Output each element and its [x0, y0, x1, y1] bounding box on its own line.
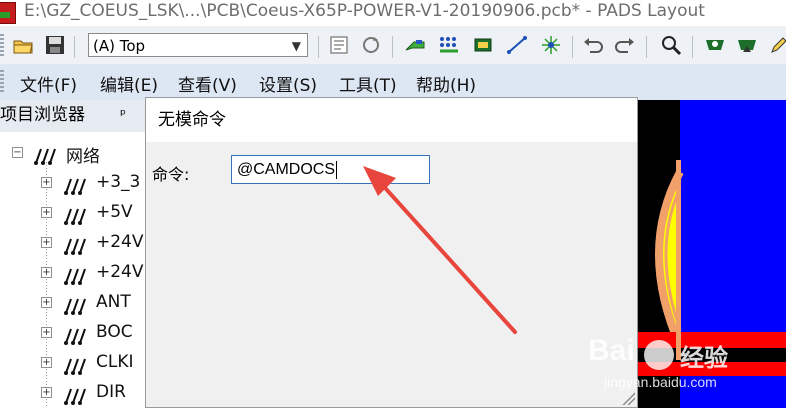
toolbar-separator: [392, 36, 393, 58]
properties-icon[interactable]: [328, 34, 350, 56]
expand-icon[interactable]: +: [41, 267, 52, 278]
menu-file[interactable]: 文件(F): [20, 71, 77, 96]
command-input[interactable]: @CAMDOCS: [231, 155, 430, 184]
pin-icon[interactable]: ᵖ: [120, 100, 126, 130]
net-icon: [34, 148, 56, 165]
toolbar-separator: [572, 36, 573, 58]
refresh-icon[interactable]: [360, 34, 382, 56]
net-icon: [64, 298, 86, 315]
tree-item-nets[interactable]: − 网络: [0, 140, 146, 168]
menu-grip[interactable]: [0, 70, 4, 94]
component-icon[interactable]: [472, 34, 494, 56]
menu-edit[interactable]: 编辑(E): [100, 71, 158, 96]
tree-item-label: 网络: [66, 147, 100, 167]
tree-item-label: +5V: [96, 202, 133, 222]
chevron-down-icon[interactable]: ▼: [292, 34, 301, 58]
matrix-icon[interactable]: [438, 34, 460, 56]
redo-icon[interactable]: [614, 34, 636, 56]
expand-icon[interactable]: +: [41, 327, 52, 338]
collapse-icon[interactable]: −: [12, 147, 23, 158]
net-icon: [64, 268, 86, 285]
net-icon: [64, 328, 86, 345]
toolbar-grip[interactable]: [0, 34, 4, 58]
expand-icon[interactable]: +: [41, 177, 52, 188]
project-browser-header: 项目浏览器 ᵖ: [0, 100, 146, 132]
menu-bar: 文件(F) 编辑(E) 查看(V) 设置(S) 工具(T) 帮助(H): [0, 64, 786, 100]
toolbar-separator: [646, 36, 647, 58]
command-input-value: @CAMDOCS: [237, 161, 336, 178]
tree-item-label: +3_3: [96, 172, 141, 192]
toolbar-separator: [74, 36, 75, 58]
tree-item-label: ANT: [96, 292, 131, 312]
tree-item-net[interactable]: + +5V: [0, 200, 146, 228]
tree-item-net[interactable]: + +24V: [0, 260, 146, 288]
resize-grip[interactable]: [621, 391, 635, 405]
menu-view[interactable]: 查看(V): [178, 71, 237, 96]
net-icon: [64, 178, 86, 195]
toolbar-separator: [692, 36, 693, 58]
tree-item-net[interactable]: + BOC: [0, 320, 146, 348]
tree-item-label: CLKI: [96, 352, 134, 372]
menu-setup[interactable]: 设置(S): [259, 71, 317, 96]
dialog-title: 无模命令: [146, 98, 637, 142]
eye-icon[interactable]: [736, 34, 758, 56]
tree-item-label: +24V: [96, 262, 144, 282]
tree-item-net[interactable]: + CLKI: [0, 350, 146, 378]
menu-help[interactable]: 帮助(H): [416, 71, 476, 96]
undo-icon[interactable]: [582, 34, 604, 56]
starburst-icon[interactable]: [540, 34, 562, 56]
route-icon[interactable]: [404, 34, 426, 56]
diagonal-line-icon[interactable]: [506, 34, 528, 56]
zoom-icon[interactable]: [660, 34, 682, 56]
save-icon[interactable]: [44, 34, 66, 56]
expand-icon[interactable]: +: [41, 357, 52, 368]
edit-icon[interactable]: [768, 34, 786, 56]
expand-icon[interactable]: +: [41, 237, 52, 248]
tree-item-net[interactable]: + ANT: [0, 290, 146, 318]
window-title: E:\GZ_COEUS_LSK\...\PCB\Coeus-X65P-POWER…: [24, 1, 705, 21]
net-icon: [64, 238, 86, 255]
view-icon[interactable]: [704, 34, 726, 56]
open-folder-icon[interactable]: [12, 34, 34, 56]
tree-item-label: DIR: [96, 382, 126, 402]
title-bar: E:\GZ_COEUS_LSK\...\PCB\Coeus-X65P-POWER…: [0, 0, 786, 26]
expand-icon[interactable]: +: [41, 387, 52, 398]
net-icon: [64, 208, 86, 225]
pcb-canvas[interactable]: [638, 100, 786, 408]
layer-select[interactable]: (A) Top ▼: [88, 33, 308, 57]
command-label: 命令:: [152, 165, 190, 184]
tree-item-net[interactable]: + +24V: [0, 230, 146, 258]
tree-item-net[interactable]: + DIR: [0, 380, 146, 408]
project-browser-title: 项目浏览器: [0, 105, 85, 125]
tree-item-label: +24V: [96, 232, 144, 252]
text-caret: [336, 160, 338, 179]
project-tree: − 网络 + +3_3 + +5V + +24V + +24V + ANT + …: [0, 132, 146, 408]
modeless-command-dialog: 无模命令 命令: @CAMDOCS: [145, 97, 638, 408]
net-icon: [64, 388, 86, 405]
layer-select-value: (A) Top: [93, 37, 146, 55]
expand-icon[interactable]: +: [41, 207, 52, 218]
toolbar-separator: [318, 36, 319, 58]
menu-tools[interactable]: 工具(T): [339, 71, 397, 96]
pcb-artwork: [638, 100, 786, 408]
tree-item-label: BOC: [96, 322, 133, 342]
net-icon: [64, 358, 86, 375]
expand-icon[interactable]: +: [41, 297, 52, 308]
tree-item-net[interactable]: + +3_3: [0, 170, 146, 198]
pads-app-icon: [0, 2, 16, 24]
